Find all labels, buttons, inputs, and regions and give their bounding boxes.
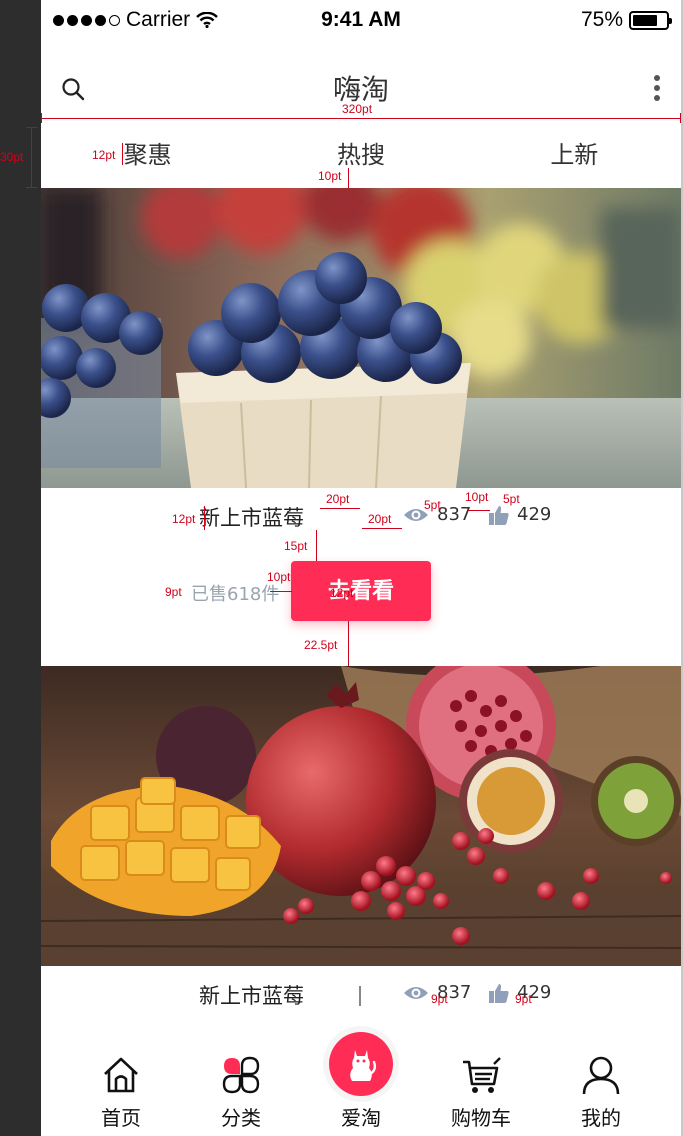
product-info-1: 新上市蓝莓 837 429 <box>41 488 681 548</box>
like-count: 429 <box>489 504 551 525</box>
like-count-value: 429 <box>517 504 552 525</box>
battery-info: 75% <box>580 8 672 32</box>
canvas-left-margin <box>0 0 41 1136</box>
annotation-tab-gap: 10pt <box>318 169 342 183</box>
tabbar-item-category[interactable]: 分类 <box>181 1040 301 1131</box>
product-image-blueberries[interactable] <box>41 188 681 488</box>
tabbar-item-home[interactable]: 首页 <box>61 1040 181 1131</box>
product-name: 新上市蓝莓 <box>199 506 304 530</box>
thumbs-up-icon[interactable] <box>489 983 509 1003</box>
tab-shangxin[interactable]: 上新 <box>468 127 681 187</box>
battery-percent: 75% <box>580 8 623 31</box>
annotation-tab-height: 30pt <box>0 150 24 164</box>
more-icon[interactable] <box>653 75 661 101</box>
tabbar-item-profile[interactable]: 我的 <box>541 1040 661 1131</box>
bottom-tab-bar: 首页 分类 爱淘 购物车 我的 <box>41 1032 681 1136</box>
eye-icon <box>404 986 428 999</box>
annotation-tab-left: 12pt <box>92 148 116 162</box>
tabbar-label: 购物车 <box>451 1106 511 1130</box>
category-icon <box>222 1056 260 1094</box>
tabbar-label: 我的 <box>581 1106 621 1130</box>
view-count-value: 837 <box>437 504 472 525</box>
annotation-btn-top: 15pt <box>284 539 308 553</box>
product-image-pomegranate-mango[interactable] <box>41 666 681 966</box>
tabbar-item-aitao[interactable] <box>329 1032 393 1096</box>
annotation-sold-gap: 10pt <box>267 570 291 584</box>
tabbar-label: 首页 <box>101 1106 141 1130</box>
annotation-width: 320pt <box>342 102 373 116</box>
tabbar-item-cart[interactable]: 购物车 <box>421 1040 541 1131</box>
category-tabs: 聚惠 热搜 上新 <box>41 127 681 187</box>
annotation-icon-v2: 9pt <box>515 992 532 1006</box>
divider <box>359 986 361 1006</box>
go-see-button[interactable]: 去看看 <box>291 561 431 621</box>
tab-juhui[interactable]: 聚惠 <box>41 127 254 187</box>
tabbar-label: 分类 <box>221 1106 261 1130</box>
annotation-sep-gap: 20pt <box>368 512 392 526</box>
annotation-btn-inner: 12pt <box>330 586 354 600</box>
thumbs-up-icon[interactable] <box>489 505 509 525</box>
user-icon <box>582 1056 620 1095</box>
phone-screen: Carrier 9:41 AM 75% 嗨淘 聚惠 热搜 上新 新上市蓝莓 83… <box>41 0 681 1136</box>
annotation-likes-gap: 10pt <box>465 490 489 504</box>
annotation-likes-icon-gap: 5pt <box>503 492 520 506</box>
annotation-sold-left: 9pt <box>165 585 182 599</box>
annotation-icon-v1: 9pt <box>431 992 448 1006</box>
tab-resou[interactable]: 热搜 <box>254 127 467 187</box>
battery-icon <box>629 10 672 30</box>
status-bar: Carrier 9:41 AM 75% <box>41 0 681 40</box>
tabbar-label: 爱淘 <box>341 1106 381 1130</box>
product-info-2: 新上市蓝莓 837 429 <box>41 966 681 1026</box>
annotation-btn-bottom: 22.5pt <box>304 638 338 652</box>
annotation-icon-gap: 5pt <box>424 498 441 512</box>
cat-icon <box>350 1050 377 1081</box>
annotation-name-gap: 20pt <box>326 492 350 506</box>
home-icon <box>104 1057 138 1093</box>
annotation-name-left: 12pt <box>172 512 196 526</box>
cart-icon <box>463 1057 501 1093</box>
product-name: 新上市蓝莓 <box>199 984 304 1008</box>
